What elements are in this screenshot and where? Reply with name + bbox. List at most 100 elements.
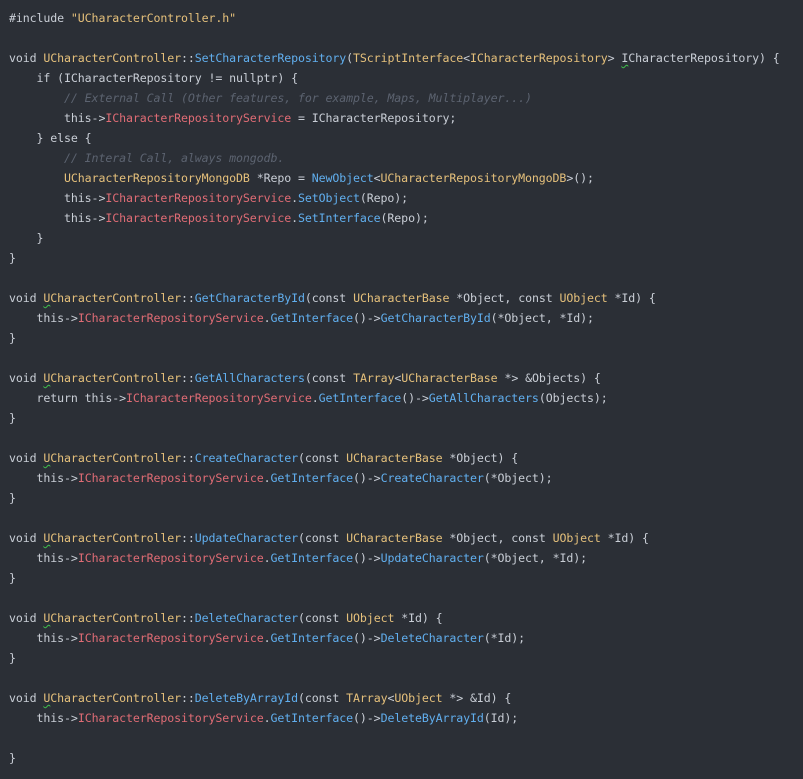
code-token-plain: void	[9, 371, 44, 385]
code-line[interactable]: void UCharacterController::DeleteCharact…	[0, 608, 803, 628]
code-token-plain: void	[9, 451, 44, 465]
code-token-type-name: UCharacterBase	[353, 291, 450, 305]
code-token-function-name: CreateCharacter	[194, 451, 298, 465]
code-token-plain: ()->	[353, 631, 381, 645]
code-token-type-name: TArray	[353, 371, 395, 385]
code-line[interactable]: #include "UCharacterController.h"	[0, 8, 803, 28]
code-token-plain: *> &Objects) {	[497, 371, 601, 385]
code-token-function-name: DeleteByArrayId	[194, 691, 298, 705]
code-line[interactable]: this->ICharacterRepositoryService.SetObj…	[0, 188, 803, 208]
code-token-function-name: DeleteCharacter	[380, 631, 484, 645]
code-line[interactable]: void UCharacterController::SetCharacterR…	[0, 48, 803, 68]
code-line[interactable]: this->ICharacterRepositoryService.GetInt…	[0, 708, 803, 728]
code-token-plain: }	[9, 411, 16, 425]
code-line[interactable]: this->ICharacterRepositoryService.GetInt…	[0, 548, 803, 568]
code-token-function-name: GetCharacterById	[194, 291, 305, 305]
code-token-function-name: UpdateCharacter	[380, 551, 484, 565]
code-line[interactable]: if (ICharacterRepository != nullptr) {	[0, 68, 803, 88]
code-token-plain: *Id) {	[600, 531, 649, 545]
code-line[interactable]: void UCharacterController::CreateCharact…	[0, 448, 803, 468]
code-token-type-name: CharacterController	[50, 371, 182, 385]
code-token-type-name: UCharacterController	[43, 51, 182, 65]
code-line[interactable]	[0, 508, 803, 528]
code-token-type-name: CharacterController	[50, 691, 182, 705]
code-token-plain: (Repo);	[380, 211, 429, 225]
code-token-type-name: TArray	[346, 691, 388, 705]
code-line[interactable]	[0, 268, 803, 288]
code-line[interactable]: this->ICharacterRepositoryService.GetInt…	[0, 308, 803, 328]
code-line[interactable]	[0, 28, 803, 48]
code-token-plain: } else {	[9, 131, 92, 145]
code-token-plain: ()->	[401, 391, 429, 405]
code-token-plain: (const	[298, 451, 347, 465]
code-line[interactable]: // External Call (Other features, for ex…	[0, 88, 803, 108]
code-line[interactable]: }	[0, 328, 803, 348]
code-token-plain: void	[9, 611, 44, 625]
code-token-type-name: UCharacterRepositoryMongoDB	[380, 171, 567, 185]
code-token-type-name: ICharacterRepository	[470, 51, 608, 65]
code-token-plain: return this->	[9, 391, 127, 405]
code-token-function-name: DeleteCharacter	[194, 611, 298, 625]
code-line[interactable]: }	[0, 748, 803, 768]
code-line[interactable]: void UCharacterController::DeleteByArray…	[0, 688, 803, 708]
code-token-plain: .	[291, 211, 298, 225]
code-line[interactable]: return this->ICharacterRepositoryService…	[0, 388, 803, 408]
code-line[interactable]: void UCharacterController::UpdateCharact…	[0, 528, 803, 548]
code-token-function-name: GetAllCharacters	[194, 371, 305, 385]
code-editor[interactable]: #include "UCharacterController.h" void UC…	[0, 0, 803, 779]
code-token-type-name: UObject	[394, 691, 443, 705]
code-token-plain: (Id);	[483, 711, 519, 725]
code-token-plain: this->	[9, 711, 78, 725]
code-line[interactable]	[0, 428, 803, 448]
code-token-plain: *Object, const	[449, 291, 560, 305]
code-line[interactable]: this->ICharacterRepositoryService = ICha…	[0, 108, 803, 128]
code-token-plain: this->	[9, 551, 78, 565]
code-token-plain: (const	[298, 611, 347, 625]
code-token-plain: .	[311, 391, 319, 405]
code-line[interactable]: void UCharacterController::GetCharacterB…	[0, 288, 803, 308]
code-token-type-name: CharacterController	[50, 531, 182, 545]
code-line[interactable]: }	[0, 248, 803, 268]
code-line[interactable]: this->ICharacterRepositoryService.GetInt…	[0, 628, 803, 648]
code-line[interactable]	[0, 668, 803, 688]
code-token-plain: void	[9, 291, 44, 305]
code-line[interactable]: }	[0, 228, 803, 248]
code-token-plain: (const	[304, 371, 354, 385]
code-line[interactable]: }	[0, 568, 803, 588]
code-token-plain: (Repo);	[359, 191, 409, 205]
code-token-function-name: NewObject	[311, 171, 374, 185]
code-token-function-name: GetInterface	[270, 471, 354, 485]
code-line[interactable]: }	[0, 488, 803, 508]
code-line[interactable]	[0, 588, 803, 608]
code-token-type-name: UObject	[559, 291, 608, 305]
code-token-plain: ()->	[353, 311, 381, 325]
code-token-plain: *Id) {	[394, 611, 443, 625]
code-token-plain: }	[9, 571, 16, 585]
code-token-plain: ::	[181, 371, 195, 385]
code-line[interactable]: // Interal Call, always mongodb.	[0, 148, 803, 168]
code-token-plain: (const	[304, 291, 354, 305]
code-token-plain: >	[607, 51, 622, 65]
code-token-plain: ::	[181, 691, 195, 705]
code-token-plain: ()->	[353, 711, 381, 725]
code-token-string: "UCharacterController.h"	[70, 11, 237, 25]
code-token-function-name: SetCharacterRepository	[194, 51, 347, 65]
code-line[interactable]: this->ICharacterRepositoryService.SetInt…	[0, 208, 803, 228]
code-token-plain: <	[463, 51, 471, 65]
code-token-plain: ()->	[353, 471, 381, 485]
code-token-function-name: GetAllCharacters	[428, 391, 539, 405]
code-line[interactable]: }	[0, 648, 803, 668]
code-line[interactable]: }	[0, 408, 803, 428]
code-line[interactable]	[0, 348, 803, 368]
code-line[interactable]	[0, 728, 803, 748]
code-token-plain: (*Object, *Id);	[483, 551, 587, 565]
code-token-type-name: UCharacterBase	[346, 451, 443, 465]
code-token-function-name: GetInterface	[318, 391, 402, 405]
code-line[interactable]: void UCharacterController::GetAllCharact…	[0, 368, 803, 388]
code-token-plain: *> &Id) {	[442, 691, 512, 705]
code-token-plain: = ICharacterRepository;	[291, 111, 457, 125]
code-line[interactable]: this->ICharacterRepositoryService.GetInt…	[0, 468, 803, 488]
code-line[interactable]: UCharacterRepositoryMongoDB *Repo = NewO…	[0, 168, 803, 188]
code-token-plain: this->	[9, 111, 106, 125]
code-line[interactable]: } else {	[0, 128, 803, 148]
